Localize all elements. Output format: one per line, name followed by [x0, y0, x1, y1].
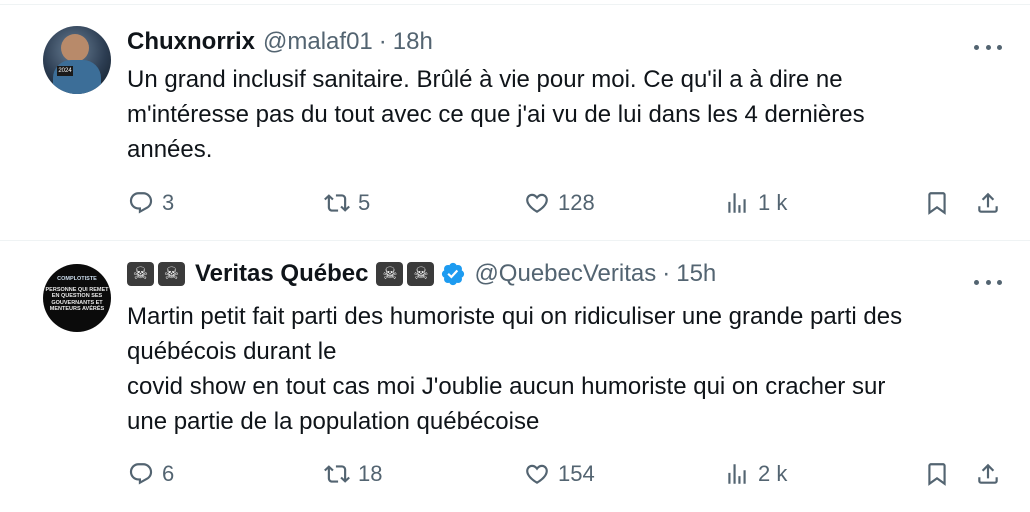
action-bar: 3 5 128 1 k	[0, 188, 1030, 218]
separator-dot: ·	[662, 260, 671, 287]
bookmark-icon	[928, 463, 946, 486]
bookmark-button[interactable]	[924, 188, 950, 218]
timestamp[interactable]: 18h	[393, 28, 433, 56]
reply-button[interactable]: 3	[128, 188, 174, 218]
skull-emoji: ☠	[407, 262, 435, 286]
repost-count: 18	[358, 461, 383, 486]
tweet-text-line: années.	[127, 136, 213, 163]
like-count: 128	[558, 190, 595, 215]
tweet-header: ☠ ☠ Veritas Québec ☠ ☠ @QuebecVeritas · …	[127, 259, 716, 289]
avatar-badge: 2024	[57, 66, 73, 76]
share-icon	[978, 192, 998, 213]
tweet-text-line: une partie de la population québécoise	[127, 408, 540, 435]
like-icon	[526, 193, 548, 213]
more-icon[interactable]	[974, 40, 1002, 54]
reply-count: 3	[162, 190, 175, 215]
tweet-text-line: québécois durant le	[127, 338, 337, 365]
tweet-text-line: covid show en tout cas moi J'oublie aucu…	[127, 373, 886, 400]
tweet-text-line: m'intéresse pas du tout avec ce que j'ai…	[127, 101, 865, 128]
avatar-text: COMPLOTISTE PERSONNE QUI REMET EN QUESTI…	[43, 264, 111, 332]
tweet-header: Chuxnorrix @malaf01 · 18h	[127, 27, 433, 57]
reply-icon	[129, 463, 153, 485]
skull-emoji: ☠	[376, 262, 404, 286]
reply-icon	[129, 192, 153, 214]
like-count: 154	[558, 461, 595, 486]
repost-button[interactable]: 5	[324, 188, 370, 218]
avatar[interactable]: 2024	[43, 26, 111, 94]
display-name[interactable]: Chuxnorrix	[127, 28, 255, 56]
timestamp[interactable]: 15h	[676, 260, 716, 288]
views-button[interactable]: 1 k	[724, 188, 787, 218]
views-icon	[728, 464, 746, 484]
reply-count: 6	[162, 461, 175, 486]
views-count: 1 k	[758, 190, 788, 215]
tweet-text: Martin petit fait parti des humoriste qu…	[127, 299, 1007, 439]
avatar-head	[61, 34, 89, 62]
repost-icon	[324, 194, 350, 212]
tweet[interactable]: COMPLOTISTE PERSONNE QUI REMET EN QUESTI…	[0, 241, 1030, 512]
repost-count: 5	[358, 190, 371, 215]
repost-icon	[324, 465, 350, 483]
tweet-text-line: Martin petit fait parti des humoriste qu…	[127, 303, 903, 330]
user-handle[interactable]: @malaf01	[263, 28, 373, 56]
action-bar: 6 18 154 2 k	[0, 459, 1030, 489]
tweet[interactable]: 2024 Chuxnorrix @malaf01 · 18h Un grand …	[0, 5, 1030, 241]
avatar[interactable]: COMPLOTISTE PERSONNE QUI REMET EN QUESTI…	[43, 264, 111, 332]
tweet-text-line: Un grand inclusif sanitaire. Brûlé à vie…	[127, 66, 843, 93]
like-icon	[526, 464, 548, 484]
views-icon	[728, 193, 746, 213]
share-button[interactable]	[975, 459, 1001, 489]
reply-button[interactable]: 6	[128, 459, 174, 489]
separator-dot: ·	[378, 28, 387, 55]
bookmark-button[interactable]	[924, 459, 950, 489]
views-count: 2 k	[758, 461, 788, 486]
avatar-text-line: PERSONNE QUI REMET EN QUESTION SES GOUVE…	[45, 286, 109, 313]
skull-emoji: ☠	[127, 262, 154, 286]
views-button[interactable]: 2 k	[724, 459, 787, 489]
tweet-text: Un grand inclusif sanitaire. Brûlé à vie…	[127, 62, 1007, 167]
user-handle[interactable]: @QuebecVeritas	[474, 260, 656, 288]
like-button[interactable]: 128	[524, 188, 595, 218]
like-button[interactable]: 154	[524, 459, 595, 489]
more-icon[interactable]	[974, 275, 1002, 289]
share-icon	[978, 463, 998, 484]
avatar-text-line: COMPLOTISTE	[57, 276, 97, 282]
repost-button[interactable]: 18	[324, 459, 382, 489]
bookmark-icon	[928, 192, 946, 215]
share-button[interactable]	[975, 188, 1001, 218]
verified-icon[interactable]	[440, 261, 466, 287]
skull-emoji: ☠	[158, 262, 185, 286]
display-name[interactable]: Veritas Québec	[195, 260, 368, 288]
